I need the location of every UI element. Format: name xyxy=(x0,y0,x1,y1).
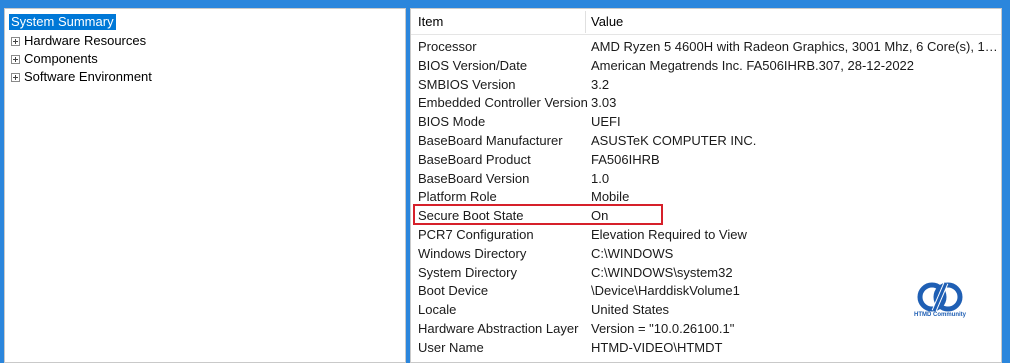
table-row[interactable]: Secure Boot State On xyxy=(411,204,1001,226)
row-value-cell: C:\WINDOWS\system32 xyxy=(591,264,733,280)
category-tree-pane[interactable]: System Summary Hardware Resources Compon… xyxy=(4,8,406,363)
row-item-cell: BIOS Version/Date xyxy=(418,57,528,73)
row-item-cell: User Name xyxy=(418,339,484,355)
row-item-cell: BaseBoard Manufacturer xyxy=(418,133,563,148)
table-row[interactable]: User Name HTMD-VIDEO\HTMDT xyxy=(411,338,1001,357)
row-item-cell: Embedded Controller Version xyxy=(418,95,588,111)
tree-item-label: Software Environment xyxy=(24,69,152,84)
column-divider[interactable] xyxy=(585,11,586,33)
tree-item-components[interactable]: Components xyxy=(11,50,98,68)
row-item-cell: Processor xyxy=(418,39,477,54)
row-value-cell: 3.03 xyxy=(591,95,617,111)
row-value-cell: Elevation Required to View xyxy=(591,227,747,242)
table-row[interactable]: BIOS Version/Date American Megatrends Inc… xyxy=(411,56,1001,75)
table-row[interactable]: Processor AMD Ryzen 5 4600H with Radeon G… xyxy=(411,37,1001,56)
row-item-cell: Hardware Abstraction Layer xyxy=(418,321,579,336)
row-value-cell: AMD Ryzen 5 4600H with Radeon Graphics, … xyxy=(591,39,999,54)
row-value-cell: Mobile xyxy=(591,189,630,205)
row-item-cell: Boot Device xyxy=(418,283,489,299)
row-value-cell: C:\WINDOWS xyxy=(591,245,674,261)
tree-item-label: Hardware Resources xyxy=(24,33,147,48)
row-value-cell: ASUSTeK COMPUTER INC. xyxy=(591,133,757,148)
tree-item-system-summary[interactable]: System Summary xyxy=(8,13,117,31)
expand-icon[interactable] xyxy=(11,36,20,46)
row-item-cell: System Directory xyxy=(418,264,517,280)
row-value-cell: American Megatrends Inc. FA506IHRB.307, … xyxy=(591,57,915,73)
table-row[interactable]: System Directory C:\WINDOWS\system32 xyxy=(411,263,1001,282)
column-header-item[interactable]: Item xyxy=(418,14,443,30)
row-item-cell: Locale xyxy=(418,302,457,318)
row-item-cell: Windows Directory xyxy=(418,245,527,261)
row-value-cell: HTMD-VIDEO\HTMDT xyxy=(591,339,723,355)
row-item-cell: BaseBoard Product xyxy=(418,151,531,167)
row-item-cell: BIOS Mode xyxy=(418,114,486,130)
row-item-cell: PCR7 Configuration xyxy=(418,227,534,242)
row-item-cell: SMBIOS Version xyxy=(418,76,516,92)
row-item-cell: BaseBoard Version xyxy=(418,170,530,186)
tree-item-label: Components xyxy=(24,51,98,66)
table-row[interactable]: BIOS Mode UEFI xyxy=(411,112,1001,131)
table-row[interactable]: Platform Role Mobile xyxy=(411,187,1001,206)
table-row[interactable]: Hardware Abstraction Layer Version = "10.… xyxy=(411,319,1001,338)
row-value-cell: 3.2 xyxy=(591,76,610,92)
row-value-cell: UEFI xyxy=(591,114,621,130)
table-row[interactable]: BaseBoard Manufacturer ASUSTeK COMPUTER I… xyxy=(411,131,1001,150)
tree-item-software-environment[interactable]: Software Environment xyxy=(11,68,152,86)
expand-icon[interactable] xyxy=(11,72,20,82)
list-header: Item Value xyxy=(411,9,1001,35)
logo-caption: HTMD Community xyxy=(914,312,966,318)
expand-icon[interactable] xyxy=(11,54,20,64)
table-row[interactable]: Embedded Controller Version 3.03 xyxy=(411,93,1001,112)
table-row[interactable]: BaseBoard Product FA506IHRB xyxy=(411,150,1001,169)
row-value-cell: FA506IHRB xyxy=(591,151,660,167)
row-value-cell: On xyxy=(591,208,609,224)
row-value-cell: Version = "10.0.26100.1" xyxy=(591,321,735,336)
table-row[interactable]: Windows Directory C:\WINDOWS xyxy=(411,244,1001,263)
tree-item-hardware-resources[interactable]: Hardware Resources xyxy=(11,32,146,50)
row-value-cell: 1.0 xyxy=(591,170,610,186)
column-header-value[interactable]: Value xyxy=(591,14,623,30)
row-item-cell: Secure Boot State xyxy=(418,208,524,224)
table-row[interactable]: PCR7 Configuration Elevation Required to … xyxy=(411,225,1001,244)
row-item-cell: Platform Role xyxy=(418,189,497,205)
table-row[interactable]: SMBIOS Version 3.2 xyxy=(411,75,1001,94)
table-row[interactable]: BaseBoard Version 1.0 xyxy=(411,169,1001,188)
